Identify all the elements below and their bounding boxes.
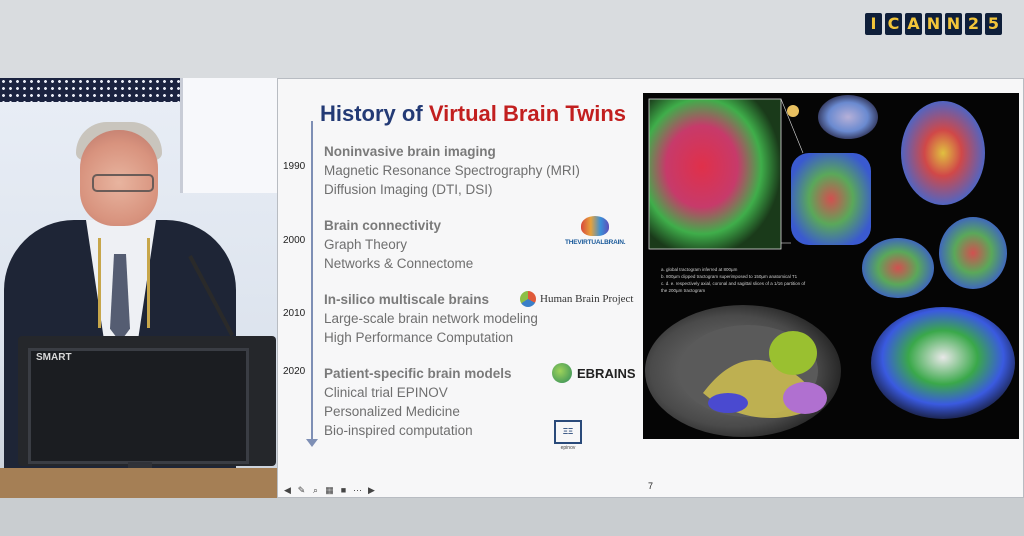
- more-options-icon[interactable]: ⋯: [352, 485, 363, 496]
- logo-letter: C: [885, 13, 902, 35]
- section-line: Clinical trial EPINOV: [324, 385, 448, 400]
- timeline-arrow-icon: [306, 439, 318, 447]
- logo-letter: I: [865, 13, 882, 35]
- section-line: Bio-inspired computation: [324, 423, 473, 438]
- section-line: Personalized Medicine: [324, 404, 460, 419]
- bottom-bar: [0, 498, 1024, 536]
- year-label: 2010: [283, 308, 306, 319]
- tvb-logo-text: THEVIRTUALBRAIN.: [565, 239, 626, 246]
- section-line: Large-scale brain network modeling: [324, 311, 538, 326]
- background-window: [180, 78, 277, 193]
- section-line: Networks & Connectome: [324, 256, 474, 271]
- section-heading: Patient-specific brain models: [324, 366, 512, 381]
- speaker-glasses: [92, 174, 154, 192]
- section-imaging: Noninvasive brain imaging Magnetic Reson…: [324, 142, 580, 199]
- pen-icon[interactable]: ✎: [296, 485, 307, 496]
- section-heading: Noninvasive brain imaging: [324, 144, 496, 159]
- section-heading: Brain connectivity: [324, 218, 442, 233]
- dot-pattern-wall: [0, 78, 195, 102]
- section-patient-specific: Patient-specific brain models Clinical t…: [324, 364, 512, 440]
- top-bar: I C A N N 2 5: [0, 0, 1024, 78]
- speaker-lanyard: [98, 238, 150, 328]
- year-label: 1990: [283, 161, 306, 172]
- logo-letter: N: [945, 13, 962, 35]
- logo-letter: A: [905, 13, 922, 35]
- tvb-logo: THEVIRTUALBRAIN.: [565, 216, 626, 246]
- ebrains-icon: [552, 363, 572, 383]
- section-heading: In-silico multiscale brains: [324, 292, 490, 307]
- caption-line: a. global tractogram inferred at 800µm: [661, 267, 738, 272]
- ebrains-logo: EBRAINS: [552, 363, 636, 383]
- section-line: Magnetic Resonance Spectrography (MRI): [324, 163, 580, 178]
- zoom-icon[interactable]: ⌕: [310, 485, 321, 496]
- slide-title: History of Virtual Brain Twins: [320, 101, 626, 127]
- epinov-logo: ΞΞ epinov: [554, 420, 582, 451]
- section-connectivity: Brain connectivity Graph Theory Networks…: [324, 216, 473, 273]
- previous-slide-icon[interactable]: ◀: [282, 485, 293, 496]
- presentation-slide: History of Virtual Brain Twins 1990 2000…: [277, 78, 1024, 498]
- icann25-logo: I C A N N 2 5: [865, 13, 1002, 35]
- title-part-1: History of: [320, 101, 423, 126]
- section-in-silico: In-silico multiscale brains Large-scale …: [324, 290, 538, 347]
- caption-line: c. d. e. respectively axial, coronal and…: [661, 281, 806, 293]
- speaker-video: SMART: [0, 78, 277, 498]
- epinov-logo-text: epinov: [560, 445, 576, 451]
- section-line: Diffusion Imaging (DTI, DSI): [324, 182, 493, 197]
- desk: [0, 468, 277, 498]
- hbp-logo: Human Brain Project: [520, 291, 633, 307]
- camera-icon[interactable]: ■: [338, 485, 349, 496]
- section-line: High Performance Computation: [324, 330, 514, 345]
- caption-line: b. 800µm clipped tractogram superimposed…: [661, 274, 798, 279]
- monitor-brand-label: SMART: [36, 352, 72, 363]
- hbp-icon: [520, 291, 536, 307]
- podium-monitor: [28, 348, 249, 464]
- slide-page-number: 7: [648, 481, 654, 491]
- logo-letter: 2: [965, 13, 982, 35]
- timeline-line: [311, 121, 313, 443]
- section-line: Graph Theory: [324, 237, 408, 252]
- year-label: 2020: [283, 366, 306, 377]
- ebrains-logo-text: EBRAINS: [577, 365, 636, 381]
- hbp-logo-text: Human Brain Project: [540, 293, 634, 305]
- slides-grid-icon[interactable]: ▦: [324, 485, 335, 496]
- slide-controls: ◀ ✎ ⌕ ▦ ■ ⋯ ▶: [282, 485, 377, 496]
- epinov-icon: ΞΞ: [554, 420, 582, 444]
- logo-letter: N: [925, 13, 942, 35]
- tvb-brain-icon: [581, 216, 609, 236]
- title-part-2: Virtual Brain Twins: [428, 101, 627, 126]
- logo-letter: 5: [985, 13, 1002, 35]
- next-slide-icon[interactable]: ▶: [366, 485, 377, 496]
- brain-images-panel: a. global tractogram inferred at 800µm b…: [643, 93, 1019, 439]
- year-label: 2000: [283, 235, 306, 246]
- image-caption: a. global tractogram inferred at 800µm b…: [661, 266, 811, 294]
